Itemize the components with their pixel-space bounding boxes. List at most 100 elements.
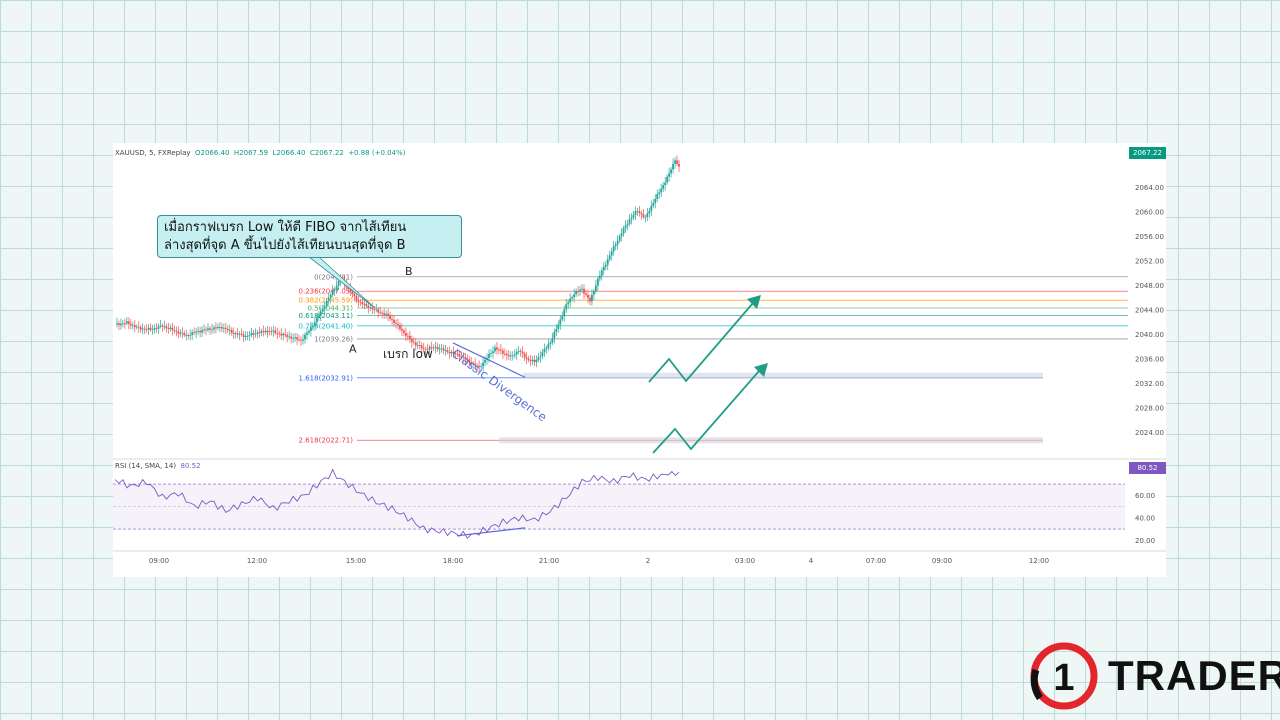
candle-body [329,294,332,298]
candle-body [203,329,205,331]
candle-body [248,335,251,336]
candle-body [535,359,538,363]
candle-body [306,332,308,335]
candle-body [262,330,265,332]
candle-body [587,294,589,298]
candle-body [397,323,399,325]
candle-body [139,327,142,330]
candle-body [252,332,255,335]
annotation-callout: เมื่อกราฟเบรก Low ให้ตี FIBO จากไส้เทียน… [157,215,462,258]
candle-body [333,289,336,291]
candle-body [664,182,667,186]
candle-body [280,333,283,336]
candle-body [598,275,601,279]
candle-body [246,335,249,337]
candle-body [628,219,631,224]
candle-body [276,332,279,334]
candle-body [129,323,132,326]
candle-body [541,352,544,357]
candle-body [351,291,354,295]
candle-body [561,316,564,320]
candle-body [264,330,267,333]
y-tick-label: 2024.00 [1135,429,1164,437]
candle-body [414,342,417,346]
rsi-label: RSI (14, SMA, 14) [115,462,177,470]
y-tick-label: 2028.00 [1135,404,1164,412]
candle-body [521,351,524,354]
candle-body [120,323,122,326]
x-tick-label: 15:00 [346,557,366,565]
candle-body [565,304,568,310]
candle-body [434,346,437,348]
candle-body [286,334,289,337]
candle-body [373,309,376,310]
candle-body [602,266,605,271]
candle-body [175,330,178,332]
candle-body [401,328,403,331]
brand-logo: 1 TRADER [1028,640,1280,712]
candle-body [403,330,405,334]
candle-body [545,347,548,350]
candle-body [678,163,680,167]
x-tick-label: 21:00 [539,557,559,565]
candle-body [238,333,241,335]
candle-body [555,328,558,332]
candle-body [290,336,293,339]
annotation-line-2: ล่างสุดที่จุด A ขึ้นไปยังไส้เทียนบนสุดที… [164,238,406,253]
candle-body [585,293,587,295]
candle-body [177,331,180,334]
candle-body [220,326,223,329]
candle-body [363,303,366,305]
candle-body [589,297,591,302]
candle-body [254,333,257,335]
candle-body [131,325,134,327]
break-low-label: เบรก low [383,347,433,361]
candle-body [300,339,302,341]
chart-canvas[interactable]: 2064.00 2060.00 2056.00 2052.00 2048.00 2044.… [113,143,1166,577]
candle-body [438,348,441,350]
rsi-y-tick-label: 60.00 [1135,492,1155,500]
logo-number: 1 [1053,657,1074,699]
y-tick-label: 2060.00 [1135,208,1164,216]
candle-body [523,353,526,358]
y-tick-label: 2056.00 [1135,233,1164,241]
candle-body [122,323,124,325]
candle-body [632,215,635,218]
candle-body [141,328,144,330]
rsi-y-tick-label: 20.00 [1135,537,1155,545]
candle-body [638,211,641,214]
candle-body [575,291,577,295]
candle-body [490,353,492,354]
fib-level-label: 1(2039.26) [314,335,353,343]
candle-body [666,176,669,183]
rsi-value-badge: 80.52 [1129,462,1166,474]
candle-body [559,319,562,325]
candle-body [571,297,574,299]
candle-body [674,160,676,164]
candle-body [319,311,322,316]
candle-body [591,294,593,302]
low-value: L2066.40 [272,149,306,157]
candle-body [496,347,498,350]
y-tick-label: 2048.00 [1135,282,1164,290]
candle-body [302,339,304,341]
candle-body [310,327,312,331]
annotation-line-1: เมื่อกราฟเบรก Low ให้ตี FIBO จากไส้เทียน [164,220,407,235]
candle-body [197,331,200,332]
candle-body [270,331,273,333]
candle-body [284,333,287,335]
candle-body [260,330,263,333]
candle-body [218,326,221,328]
candle-body [563,309,566,317]
candle-body [488,353,490,358]
point-b-label: B [405,265,413,278]
candle-body [159,325,162,327]
candle-body [171,327,174,330]
candle-body [193,332,196,334]
candle-body [408,335,411,340]
candle-body [234,333,237,334]
candle-body [652,202,655,206]
candle-body [517,351,520,353]
candle-body [531,359,534,361]
candle-body [604,264,607,267]
